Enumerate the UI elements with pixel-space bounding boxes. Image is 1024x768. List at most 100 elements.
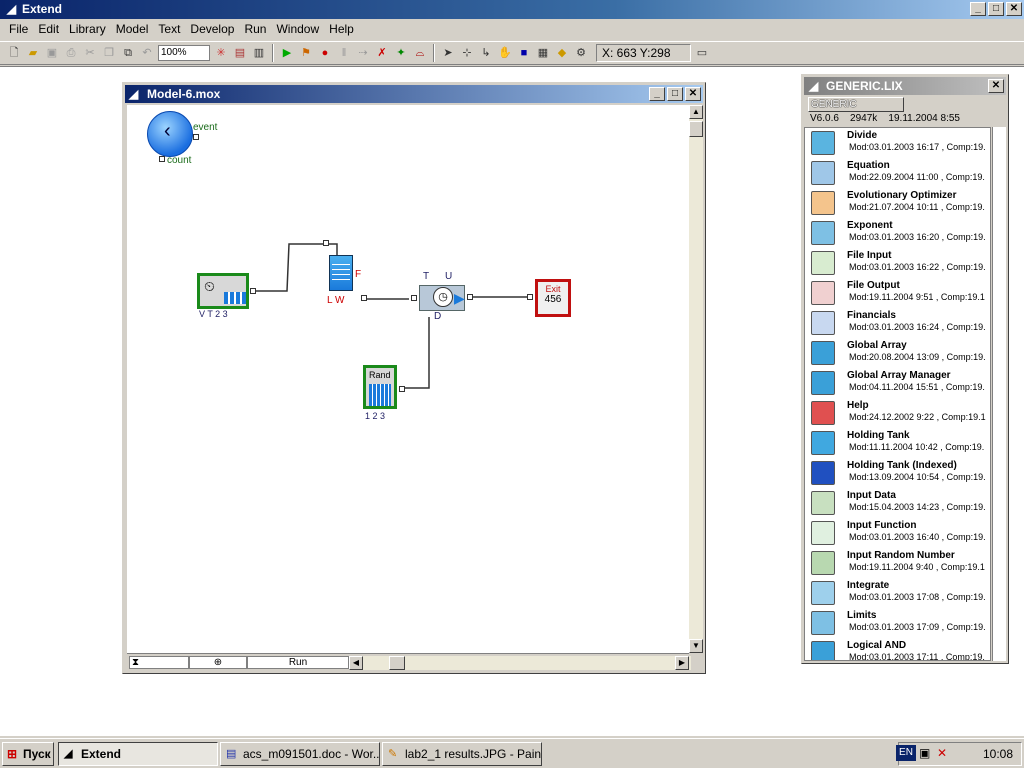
exit-block[interactable]: Exit 456 — [535, 279, 571, 317]
language-indicator[interactable]: EN — [896, 745, 916, 761]
queue-input-port[interactable] — [323, 240, 329, 246]
activity-block[interactable]: ◷ ▶ — [419, 285, 465, 311]
queue-block[interactable] — [329, 255, 353, 291]
library-item-name: Integrate — [847, 580, 890, 591]
library-item[interactable]: Global Array Manager Mod:04.11.2004 15:51… — [805, 368, 990, 398]
library-item[interactable]: Limits Mod:03.01.2003 17:09 , Comp:19. — [805, 608, 990, 638]
menu-text[interactable]: Text — [153, 22, 185, 36]
tray-app-icon[interactable]: ▣ — [919, 746, 930, 760]
library-item[interactable]: Input Data Mod:15.04.2003 14:23 , Comp:19… — [805, 488, 990, 518]
model-minimize-button[interactable]: _ — [649, 87, 665, 101]
library-item[interactable]: Global Array Mod:20.08.2004 13:09 , Comp:… — [805, 338, 990, 368]
task-extend[interactable]: ◢ Extend — [58, 742, 218, 766]
monitor-icon[interactable]: ▭ — [694, 45, 710, 61]
library-item[interactable]: Input Random Number Mod:19.11.2004 9:40 ,… — [805, 548, 990, 578]
minimize-button[interactable]: _ — [970, 2, 986, 16]
activity-input-port[interactable] — [411, 295, 417, 301]
clone-icon[interactable]: ⊹ — [459, 45, 475, 61]
library-item[interactable]: File Output Mod:19.11.2004 9:51 , Comp:19… — [805, 278, 990, 308]
library-close-button[interactable]: ✕ — [988, 79, 1004, 93]
debug-icon[interactable]: ✗ — [374, 45, 390, 61]
library-selector[interactable]: GENERIC — [808, 97, 904, 112]
scroll-up-button[interactable]: ▲ — [689, 105, 703, 119]
library-item[interactable]: Holding Tank Mod:11.11.2004 10:42 , Comp:… — [805, 428, 990, 458]
menu-library[interactable]: Library — [64, 22, 111, 36]
library-item[interactable]: Input Function Mod:03.01.2003 16:40 , Com… — [805, 518, 990, 548]
step-icon[interactable]: ⇢ — [355, 45, 371, 61]
library-item[interactable]: Financials Mod:03.01.2003 16:24 , Comp:19… — [805, 308, 990, 338]
menu-develop[interactable]: Develop — [185, 22, 239, 36]
library-item[interactable]: Logical AND Mod:03.01.2003 17:11 , Comp:1… — [805, 638, 990, 660]
shape-icon[interactable]: ◆ — [554, 45, 570, 61]
pattern-icon[interactable]: ▦ — [535, 45, 551, 61]
undo-icon[interactable]: ↶ — [139, 45, 155, 61]
stop-icon[interactable]: ● — [317, 45, 333, 61]
model-vertical-scrollbar[interactable]: ▲ ▼ — [689, 105, 703, 653]
cut-icon[interactable]: ✂ — [82, 45, 98, 61]
pause-icon[interactable]: ‖ — [336, 45, 352, 61]
color-palette-icon[interactable]: ■ — [516, 45, 532, 61]
timer-count-label: count — [167, 155, 192, 166]
model-maximize-button[interactable]: □ — [667, 87, 683, 101]
rand-block[interactable]: Rand — [363, 365, 397, 409]
copy-icon[interactable]: ❐ — [101, 45, 117, 61]
executive-block[interactable]: ‹ — [147, 111, 193, 157]
library-item[interactable]: File Input Mod:03.01.2003 16:22 , Comp:19… — [805, 248, 990, 278]
save-icon[interactable]: ▣ — [44, 45, 60, 61]
connect-icon[interactable]: ✦ — [393, 45, 409, 61]
timer-event-port[interactable] — [193, 134, 199, 140]
timer-count-port[interactable] — [159, 156, 165, 162]
scroll-right-button[interactable]: ▶ — [675, 656, 689, 670]
library-item[interactable]: Divide Mod:03.01.2003 16:17 , Comp:19. — [805, 128, 990, 158]
integrate-icon — [811, 581, 835, 605]
notebook-icon[interactable]: ▤ — [232, 45, 248, 61]
library-item[interactable]: Exponent Mod:03.01.2003 16:20 , Comp:19. — [805, 218, 990, 248]
turtle-icon[interactable]: ⌓ — [412, 45, 428, 61]
open-folder-icon[interactable]: ▰ — [25, 45, 41, 61]
menu-run[interactable]: Run — [239, 22, 271, 36]
toolbar-separator — [272, 44, 274, 62]
scroll-left-button[interactable]: ◀ — [349, 656, 363, 670]
scroll-down-button[interactable]: ▼ — [689, 639, 703, 653]
zoom-select[interactable]: 100% — [158, 45, 210, 61]
hscroll-thumb[interactable] — [389, 656, 405, 670]
menu-help[interactable]: Help — [324, 22, 359, 36]
paste-icon[interactable]: ⧉ — [120, 45, 136, 61]
library-item[interactable]: Integrate Mod:03.01.2003 17:08 , Comp:19. — [805, 578, 990, 608]
menu-model[interactable]: Model — [111, 22, 154, 36]
scroll-thumb[interactable] — [689, 121, 703, 137]
model-canvas[interactable]: ‹ event count ⏲ V T 2 3 F L W ◷ ▶ T U D — [127, 105, 689, 653]
menu-file[interactable]: File — [4, 22, 33, 36]
hierarchy-icon[interactable]: ▥ — [251, 45, 267, 61]
exit-input-port[interactable] — [527, 294, 533, 300]
connector-icon[interactable]: ↳ — [478, 45, 494, 61]
rand-output-port[interactable] — [399, 386, 405, 392]
library-item[interactable]: Holding Tank (Indexed) Mod:13.09.2004 10:… — [805, 458, 990, 488]
model-horizontal-scrollbar[interactable]: ◀ ▶ — [349, 656, 691, 670]
generator-block[interactable]: ⏲ — [197, 273, 249, 309]
task-word[interactable]: ▤ acs_m091501.doc - Wor... — [220, 742, 380, 766]
pointer-star-icon[interactable]: ✳ — [213, 45, 229, 61]
queue-output-port[interactable] — [361, 295, 367, 301]
library-item[interactable]: Equation Mod:22.09.2004 11:00 , Comp:19. — [805, 158, 990, 188]
library-item[interactable]: Help Mod:24.12.2002 9:22 , Comp:19.1 — [805, 398, 990, 428]
new-file-icon[interactable]: 🗋 — [6, 45, 22, 61]
arrow-select-icon[interactable]: ➤ — [440, 45, 456, 61]
tray-network-icon[interactable]: ✕ — [937, 746, 947, 760]
generator-output-port[interactable] — [250, 288, 256, 294]
start-button[interactable]: ⊞ Пуск — [2, 742, 54, 766]
print-icon[interactable]: ⎙ — [63, 45, 79, 61]
model-close-button[interactable]: ✕ — [685, 87, 701, 101]
task-paint[interactable]: ✎ lab2_1 results.JPG - Paint — [382, 742, 542, 766]
library-scrollbar[interactable] — [992, 127, 1006, 661]
menu-edit[interactable]: Edit — [33, 22, 64, 36]
library-item[interactable]: Evolutionary Optimizer Mod:21.07.2004 10:… — [805, 188, 990, 218]
run-play-icon[interactable]: ▶ — [279, 45, 295, 61]
gear-icon[interactable]: ⚙ — [573, 45, 589, 61]
maximize-button[interactable]: □ — [988, 2, 1004, 16]
close-button[interactable]: ✕ — [1006, 2, 1022, 16]
run-animation-icon[interactable]: ⚑ — [298, 45, 314, 61]
hand-icon[interactable]: ✋ — [497, 45, 513, 61]
activity-output-port[interactable] — [467, 294, 473, 300]
menu-window[interactable]: Window — [271, 22, 324, 36]
